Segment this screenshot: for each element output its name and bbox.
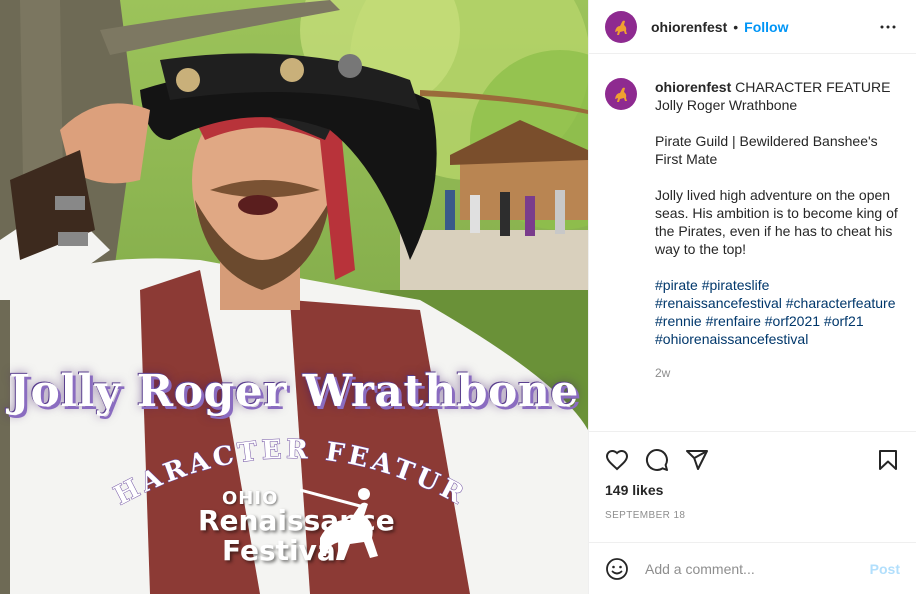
hashtag-link[interactable]: #orf21: [824, 313, 864, 329]
share-button[interactable]: [685, 448, 709, 472]
post-date[interactable]: SEPTEMBER 18: [589, 510, 916, 521]
hashtag-link[interactable]: #characterfeature: [786, 295, 896, 311]
likes-count[interactable]: 149 likes: [589, 482, 916, 498]
caption-row: ohiorenfest CHARACTER FEATURE Jolly Roge…: [605, 78, 900, 382]
hashtag-link[interactable]: #ohiorenaissancefestival: [655, 331, 808, 347]
caption-avatar[interactable]: [605, 78, 637, 110]
caption-paragraph-2: Pirate Guild | Bewildered Banshee's Firs…: [655, 133, 878, 167]
hashtag-link[interactable]: #pirateslife: [702, 277, 770, 293]
hashtag-link[interactable]: #renaissancefestival: [655, 295, 782, 311]
hashtag-list: #pirate #pirateslife #renaissancefestiva…: [655, 276, 900, 348]
follow-button[interactable]: Follow: [744, 19, 788, 35]
post-header: ohiorenfest • Follow: [589, 0, 916, 54]
heart-icon: [605, 449, 629, 471]
avatar[interactable]: [605, 10, 637, 43]
post-image[interactable]: Jolly Roger Wrathbone CHARACTER FEATURE …: [0, 0, 588, 594]
post-comment-button[interactable]: Post: [870, 561, 900, 577]
hashtag-link[interactable]: #renfaire: [706, 313, 761, 329]
caption-username[interactable]: ohiorenfest: [655, 79, 731, 95]
hashtag-link[interactable]: #rennie: [655, 313, 702, 329]
comment-icon: [646, 449, 668, 471]
comment-button[interactable]: [645, 448, 669, 472]
more-horizontal-icon: [880, 25, 896, 28]
caption-text: ohiorenfest CHARACTER FEATURE Jolly Roge…: [655, 78, 900, 382]
hashtag-link[interactable]: #pirate: [655, 277, 698, 293]
save-button[interactable]: [876, 448, 900, 472]
bookmark-icon: [879, 450, 897, 470]
horse-logo-icon: [615, 87, 627, 102]
send-icon: [686, 450, 708, 470]
comment-input[interactable]: [645, 560, 870, 577]
header-separator: •: [733, 18, 739, 35]
emoji-button[interactable]: [605, 557, 629, 581]
hashtag-link[interactable]: #orf2021: [765, 313, 820, 329]
comment-form: Post: [589, 542, 916, 594]
caption-time-ago[interactable]: 2w: [655, 364, 900, 382]
header-username[interactable]: ohiorenfest: [651, 19, 727, 35]
more-options-button[interactable]: [876, 15, 900, 39]
caption-section: ohiorenfest CHARACTER FEATURE Jolly Roge…: [589, 54, 916, 432]
post-sidebar: ohiorenfest • Follow ohiorenfest CHARACT…: [588, 0, 916, 594]
knight-logo-icon: [300, 488, 378, 560]
action-bar: [589, 432, 916, 488]
horse-logo-icon: [615, 20, 627, 35]
character-name-overlay: Jolly Roger Wrathbone: [9, 366, 579, 417]
caption-paragraph-1: ohiorenfest CHARACTER FEATURE Jolly Roge…: [655, 78, 900, 114]
smiley-icon: [606, 557, 628, 580]
character-feature-overlay: CHARACTER FEATURE: [0, 426, 468, 506]
like-button[interactable]: [605, 448, 629, 472]
caption-paragraph-3: Jolly lived high adventure on the open s…: [655, 187, 898, 257]
